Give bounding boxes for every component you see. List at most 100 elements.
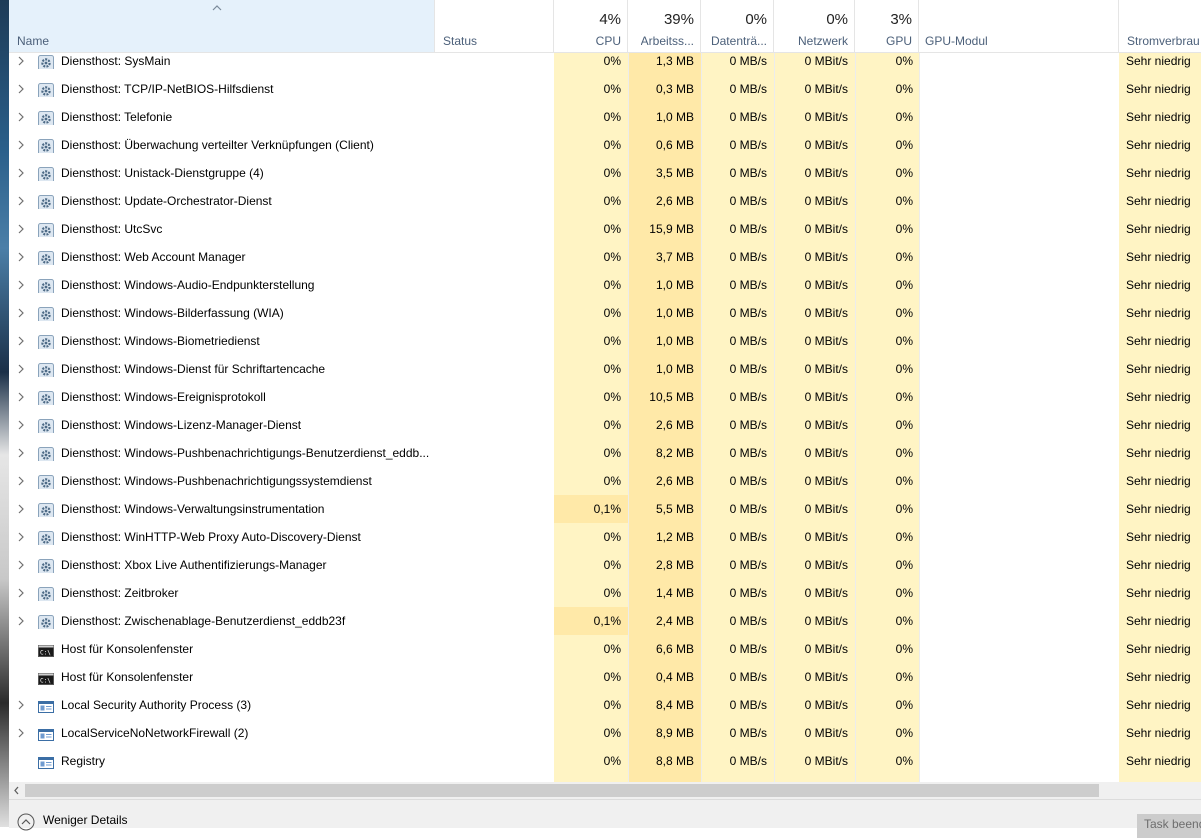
- gpu-value: 0%: [895, 138, 913, 152]
- gear-icon: [38, 109, 54, 125]
- process-row[interactable]: Local Security Authority Process (3) 0% 8,…: [9, 691, 1201, 719]
- expand-chevron-icon[interactable]: [17, 271, 31, 299]
- process-row[interactable]: Diensthost: UtcSvc 0% 15,9 MB 0 MB/s 0 MBit/…: [9, 215, 1201, 243]
- cpu-value: 0%: [603, 586, 621, 600]
- cpu-value: 0%: [603, 698, 621, 712]
- process-row[interactable]: Diensthost: WinHTTP-Web Proxy Auto-Disco…: [9, 523, 1201, 551]
- scroll-left-arrow-icon[interactable]: [12, 785, 22, 796]
- process-name: Diensthost: UtcSvc: [61, 222, 163, 236]
- power-usage-value: Sehr niedrig: [1126, 670, 1191, 684]
- column-header-label: Status: [443, 34, 478, 48]
- expand-chevron-icon[interactable]: [17, 495, 31, 523]
- expand-chevron-icon[interactable]: [17, 551, 31, 579]
- process-row[interactable]: C:\ Host für Konsolenfenster 0% 6,6 MB 0 MB/…: [9, 635, 1201, 663]
- process-row[interactable]: Diensthost: Windows-Audio-Endpunkterstel…: [9, 271, 1201, 299]
- fewer-details-button[interactable]: Weniger Details: [17, 813, 127, 833]
- power-usage-value: Sehr niedrig: [1126, 334, 1191, 348]
- expand-chevron-icon[interactable]: [17, 299, 31, 327]
- process-row[interactable]: Diensthost: Zwischenablage-Benutzerdiens…: [9, 607, 1201, 635]
- expand-chevron-icon[interactable]: [17, 383, 31, 411]
- gpu-total-percent: 3%: [890, 11, 912, 28]
- column-header-memory[interactable]: 39% Arbeitss...: [628, 0, 701, 52]
- scrollbar-thumb[interactable]: [25, 784, 1099, 797]
- expand-chevron-icon[interactable]: [17, 523, 31, 551]
- process-name: Diensthost: Windows-Dienst für Schriftar…: [61, 362, 326, 376]
- process-row[interactable]: Diensthost: Xbox Live Authentifizierungs…: [9, 551, 1201, 579]
- network-value: 0 MBit/s: [804, 502, 848, 516]
- cpu-value: 0%: [603, 194, 621, 208]
- disk-value: 0 MB/s: [729, 278, 767, 292]
- process-row[interactable]: Diensthost: Überwachung verteilter Verkn…: [9, 131, 1201, 159]
- process-name: Diensthost: TCP/IP-NetBIOS-Hilfsdienst: [61, 82, 274, 96]
- column-header-cpu[interactable]: 4% CPU: [554, 0, 628, 52]
- expand-chevron-icon[interactable]: [17, 607, 31, 635]
- memory-value: 1,0 MB: [655, 306, 694, 320]
- process-row[interactable]: Diensthost: TCP/IP-NetBIOS-Hilfsdienst 0%…: [9, 75, 1201, 103]
- process-name: Local Security Authority Process (3): [61, 698, 252, 712]
- process-row[interactable]: Diensthost: SysMain 0% 1,3 MB 0 MB/s 0 MBit/…: [9, 47, 1201, 75]
- network-value: 0 MBit/s: [804, 754, 848, 768]
- network-value: 0 MBit/s: [804, 362, 848, 376]
- expand-chevron-icon[interactable]: [17, 131, 31, 159]
- expand-chevron-icon[interactable]: [17, 691, 31, 719]
- console-icon: C:\: [38, 669, 54, 685]
- process-row[interactable]: Diensthost: Windows-Bilderfassung (WIA) 0…: [9, 299, 1201, 327]
- cpu-value: 0%: [603, 82, 621, 96]
- expand-chevron-icon[interactable]: [17, 215, 31, 243]
- process-name: Diensthost: Windows-Lizenz-Manager-Diens…: [61, 418, 302, 432]
- gpu-value: 0%: [895, 558, 913, 572]
- process-name: Diensthost: SysMain: [61, 54, 171, 68]
- expand-chevron-icon[interactable]: [17, 243, 31, 271]
- expand-chevron-icon[interactable]: [17, 411, 31, 439]
- svg-text:C:\: C:\: [40, 678, 51, 685]
- gpu-value: 0%: [895, 166, 913, 180]
- column-header-power-usage[interactable]: Stromverbrau: [1119, 0, 1201, 52]
- memory-value: 2,4 MB: [655, 614, 694, 628]
- expand-chevron-icon[interactable]: [17, 327, 31, 355]
- process-name: Diensthost: Zeitbroker: [61, 586, 179, 600]
- process-row[interactable]: Diensthost: Zeitbroker 0% 1,4 MB 0 MB/s 0 MB…: [9, 579, 1201, 607]
- process-row[interactable]: Diensthost: Update-Orchestrator-Dienst 0%…: [9, 187, 1201, 215]
- process-row[interactable]: Diensthost: Windows-Pushbenachrichtigung…: [9, 467, 1201, 495]
- expand-chevron-icon[interactable]: [17, 719, 31, 747]
- expand-chevron-icon[interactable]: [17, 47, 31, 75]
- process-row[interactable]: Diensthost: Windows-Biometriedienst 0% 1,0…: [9, 327, 1201, 355]
- network-value: 0 MBit/s: [804, 82, 848, 96]
- process-row[interactable]: Diensthost: Unistack-Dienstgruppe (4) 0% 3…: [9, 159, 1201, 187]
- process-row[interactable]: Diensthost: Windows-Lizenz-Manager-Diens…: [9, 411, 1201, 439]
- process-row[interactable]: Diensthost: Windows-Pushbenachrichtigung…: [9, 439, 1201, 467]
- expand-chevron-icon[interactable]: [17, 187, 31, 215]
- column-header-disk[interactable]: 0% Datenträ...: [701, 0, 774, 52]
- expand-chevron-icon[interactable]: [17, 467, 31, 495]
- expand-chevron-icon[interactable]: [17, 439, 31, 467]
- process-row[interactable]: Diensthost: Windows-Verwaltungsinstrumen…: [9, 495, 1201, 523]
- process-row[interactable]: C:\ Host für Konsolenfenster 0% 0,4 MB 0 MB/…: [9, 663, 1201, 691]
- expand-chevron-icon[interactable]: [17, 355, 31, 383]
- process-row[interactable]: Diensthost: Telefonie 0% 1,0 MB 0 MB/s 0 MBi…: [9, 103, 1201, 131]
- end-task-button[interactable]: Task beenden: [1137, 814, 1201, 838]
- process-row[interactable]: Diensthost: Web Account Manager 0% 3,7 MB 0…: [9, 243, 1201, 271]
- column-header-gpu-engine[interactable]: GPU-Modul: [919, 0, 1119, 52]
- cpu-value: 0%: [603, 474, 621, 488]
- column-header-status[interactable]: Status: [435, 0, 554, 52]
- expand-chevron-icon[interactable]: [17, 159, 31, 187]
- power-usage-value: Sehr niedrig: [1126, 278, 1191, 292]
- power-usage-value: Sehr niedrig: [1126, 390, 1191, 404]
- power-usage-value: Sehr niedrig: [1126, 418, 1191, 432]
- gpu-value: 0%: [895, 306, 913, 320]
- expand-chevron-icon[interactable]: [17, 579, 31, 607]
- process-row[interactable]: Registry 0% 8,8 MB 0 MB/s 0 MBit/s 0% Sehr nie…: [9, 747, 1201, 775]
- network-value: 0 MBit/s: [804, 222, 848, 236]
- power-usage-value: Sehr niedrig: [1126, 194, 1191, 208]
- expand-chevron-icon[interactable]: [17, 103, 31, 131]
- horizontal-scrollbar[interactable]: [9, 782, 1201, 799]
- process-row[interactable]: LocalServiceNoNetworkFirewall (2) 0% 8,9 M…: [9, 719, 1201, 747]
- column-header-network[interactable]: 0% Netzwerk: [774, 0, 855, 52]
- power-usage-value: Sehr niedrig: [1126, 306, 1191, 320]
- process-row[interactable]: Diensthost: Windows-Ereignisprotokoll 0% 1…: [9, 383, 1201, 411]
- disk-value: 0 MB/s: [729, 306, 767, 320]
- expand-chevron-icon[interactable]: [17, 75, 31, 103]
- column-header-gpu[interactable]: 3% GPU: [855, 0, 919, 52]
- process-row[interactable]: Diensthost: Windows-Dienst für Schriftar…: [9, 355, 1201, 383]
- column-header-name[interactable]: Name: [9, 0, 435, 52]
